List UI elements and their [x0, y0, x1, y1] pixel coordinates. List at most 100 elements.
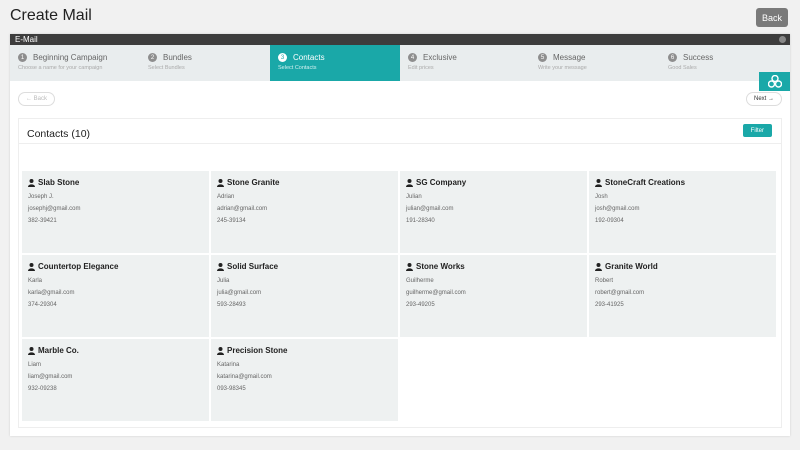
- step-beginning-campaign[interactable]: 1 Beginning Campaign Choose a name for yo…: [10, 45, 140, 81]
- contact-email: katarina@gmail.com: [217, 374, 272, 380]
- contact-phone: 932-09238: [28, 386, 57, 392]
- contact-company: Marble Co.: [38, 346, 79, 355]
- contact-email: robert@gmail.com: [595, 290, 645, 296]
- contact-email: adrian@gmail.com: [217, 206, 268, 212]
- step-title: Bundles: [163, 53, 192, 62]
- contact-phone: 593-28493: [217, 302, 246, 308]
- contact-company: Stone Works: [416, 262, 465, 271]
- contact-company: Countertop Elegance: [38, 262, 119, 271]
- header-dot-icon: [779, 36, 786, 43]
- contact-phone: 093-98345: [217, 386, 246, 392]
- step-number: 6: [668, 53, 677, 62]
- contact-person: Julia: [217, 278, 230, 284]
- step-number: 5: [538, 53, 547, 62]
- contact-company: StoneCraft Creations: [605, 178, 686, 187]
- contact-card[interactable]: Countertop Elegance Karla karla@gmail.co…: [22, 255, 209, 337]
- step-number: 2: [148, 53, 157, 62]
- user-icon: [595, 262, 602, 271]
- contact-phone: 382-39421: [28, 218, 57, 224]
- step-subtitle: Select Bundles: [148, 65, 185, 71]
- contact-company: SG Company: [416, 178, 467, 187]
- step-subtitle: Edit prices: [408, 65, 434, 71]
- contact-card[interactable]: Granite World Robert robert@gmail.com 29…: [589, 255, 776, 337]
- user-icon: [28, 262, 35, 271]
- contact-email: josh@gmail.com: [595, 206, 640, 212]
- contact-person: Julian: [406, 194, 422, 200]
- contact-card[interactable]: Slab Stone Joseph J. josephj@gmail.com 3…: [22, 171, 209, 253]
- contact-email: guilherme@gmail.com: [406, 290, 466, 296]
- contact-email: liam@gmail.com: [28, 374, 73, 380]
- user-icon: [217, 346, 224, 355]
- user-icon: [217, 262, 224, 271]
- step-title: Message: [553, 53, 586, 62]
- contact-card[interactable]: Stone Granite Adrian adrian@gmail.com 24…: [211, 171, 398, 253]
- contact-card[interactable]: Stone Works Guilherme guilherme@gmail.co…: [400, 255, 587, 337]
- step-subtitle: Write your message: [538, 65, 587, 71]
- panel-header: E-Mail: [10, 34, 790, 45]
- step-subtitle: Good Sales: [668, 65, 697, 71]
- step-number: 1: [18, 53, 27, 62]
- user-icon: [406, 262, 413, 271]
- contact-company: Granite World: [605, 262, 658, 271]
- step-title: Beginning Campaign: [33, 53, 108, 62]
- contact-phone: 374-29304: [28, 302, 57, 308]
- contact-person: Karla: [28, 278, 43, 284]
- step-number: 3: [278, 53, 287, 62]
- contacts-section: Contacts (10) Filter Slab Stone Joseph J…: [18, 118, 782, 428]
- wizard-nav: ← Back Next →: [18, 92, 782, 106]
- contact-person: Joseph J.: [28, 194, 54, 200]
- user-icon: [595, 178, 602, 187]
- contacts-title: Contacts (10): [27, 128, 91, 140]
- step-number: 4: [408, 53, 417, 62]
- contact-person: Liam: [28, 362, 42, 368]
- contact-person: Adrian: [217, 194, 235, 200]
- contact-company: Solid Surface: [227, 262, 279, 271]
- contact-phone: 293-49205: [406, 302, 435, 308]
- user-icon: [28, 178, 35, 187]
- contact-person: Robert: [595, 278, 614, 284]
- contact-company: Stone Granite: [227, 178, 280, 187]
- contact-email: josephj@gmail.com: [28, 206, 81, 212]
- contact-company: Precision Stone: [227, 346, 288, 355]
- step-title: Success: [683, 53, 714, 62]
- contact-email: julia@gmail.com: [217, 290, 262, 296]
- step-exclusive[interactable]: 4 Exclusive Edit prices: [400, 45, 530, 81]
- step-title: Contacts: [293, 53, 325, 62]
- contact-phone: 293-41925: [595, 302, 624, 308]
- user-icon: [28, 346, 35, 355]
- step-bundles[interactable]: 2 Bundles Select Bundles: [140, 45, 270, 81]
- contacts-grid: Slab Stone Joseph J. josephj@gmail.com 3…: [22, 171, 778, 421]
- panel-header-title: E-Mail: [15, 35, 38, 44]
- help-widget-button[interactable]: [759, 72, 790, 91]
- divider: [19, 143, 781, 144]
- contact-card[interactable]: Solid Surface Julia julia@gmail.com 593-…: [211, 255, 398, 337]
- back-button[interactable]: Back: [756, 8, 788, 27]
- wizard-back-button[interactable]: ← Back: [18, 92, 56, 106]
- contact-company: Slab Stone: [38, 178, 80, 187]
- step-subtitle: Choose a name for your campaign: [18, 65, 103, 71]
- step-subtitle: Select Contacts: [278, 65, 317, 71]
- filter-button[interactable]: Filter: [742, 124, 772, 137]
- contact-card[interactable]: Marble Co. Liam liam@gmail.com 932-09238: [22, 339, 209, 421]
- wizard-next-button[interactable]: Next →: [745, 92, 782, 106]
- page-title: Create Mail: [10, 7, 92, 24]
- cluster-icon: [767, 75, 782, 88]
- contact-phone: 192-09304: [595, 218, 624, 224]
- contact-email: julian@gmail.com: [406, 206, 454, 212]
- stepper: 1 Beginning Campaign Choose a name for yo…: [10, 45, 790, 81]
- step-contacts[interactable]: 3 Contacts Select Contacts: [270, 45, 400, 81]
- contact-card[interactable]: StoneCraft Creations Josh josh@gmail.com…: [589, 171, 776, 253]
- contact-person: Guilherme: [406, 278, 434, 284]
- contact-phone: 191-28340: [406, 218, 435, 224]
- contact-card[interactable]: Precision Stone Katarina katarina@gmail.…: [211, 339, 398, 421]
- contact-phone: 245-39134: [217, 218, 246, 224]
- contact-card[interactable]: SG Company Julian julian@gmail.com 191-2…: [400, 171, 587, 253]
- contact-email: karla@gmail.com: [28, 290, 75, 296]
- step-message[interactable]: 5 Message Write your message: [530, 45, 660, 81]
- email-panel: E-Mail 1 Beginning Campaign Choose a name…: [10, 34, 790, 436]
- user-icon: [217, 178, 224, 187]
- contact-person: Josh: [595, 194, 608, 200]
- contact-person: Katarina: [217, 362, 240, 368]
- user-icon: [406, 178, 413, 187]
- step-title: Exclusive: [423, 53, 457, 62]
